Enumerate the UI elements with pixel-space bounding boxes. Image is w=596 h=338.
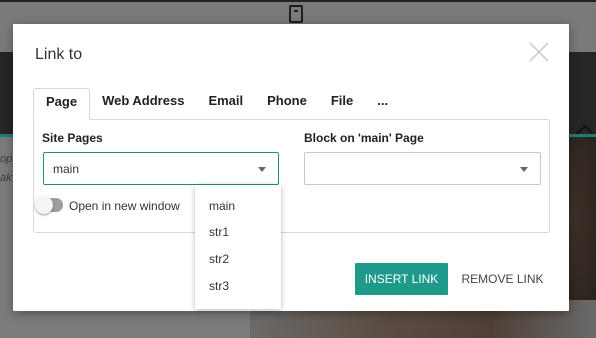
- tab-phone[interactable]: Phone: [255, 88, 319, 120]
- dropdown-option-main[interactable]: main: [209, 199, 235, 213]
- site-pages-select[interactable]: main: [43, 152, 279, 185]
- dropdown-option-str2[interactable]: str2: [209, 252, 229, 266]
- site-pages-value: main: [53, 162, 80, 176]
- dropdown-option-str3[interactable]: str3: [209, 279, 229, 293]
- tab-email[interactable]: Email: [196, 88, 255, 120]
- site-pages-label: Site Pages: [42, 131, 103, 145]
- link-type-tabs: Page Web Address Email Phone File ...: [33, 88, 400, 120]
- mobile-device-icon: [289, 5, 303, 23]
- open-new-window-toggle[interactable]: [35, 196, 63, 214]
- background-text-2: ak: [0, 172, 12, 184]
- open-new-window-label: Open in new window: [69, 199, 180, 213]
- tab-file[interactable]: File: [319, 88, 365, 120]
- dialog-title: Link to: [35, 46, 83, 63]
- page-tab-panel: Site Pages main Block on 'main' Page Ope…: [33, 119, 550, 233]
- insert-link-button[interactable]: INSERT LINK: [355, 263, 448, 295]
- remove-link-button[interactable]: REMOVE LINK: [456, 263, 549, 295]
- link-to-dialog: Link to Page Web Address Email Phone Fil…: [13, 24, 569, 311]
- tab-page[interactable]: Page: [33, 88, 91, 120]
- toggle-knob: [35, 196, 53, 214]
- chevron-down-icon: [520, 167, 528, 172]
- dropdown-option-str1[interactable]: str1: [209, 225, 229, 239]
- block-label: Block on 'main' Page: [304, 131, 424, 145]
- tab-web-address[interactable]: Web Address: [90, 88, 196, 120]
- block-select[interactable]: [304, 152, 541, 185]
- close-icon[interactable]: [527, 40, 551, 64]
- chevron-down-icon: [258, 167, 266, 172]
- background-text-1: op: [0, 153, 12, 165]
- site-pages-dropdown: main str1 str2 str3: [195, 185, 281, 309]
- tab-more[interactable]: ...: [365, 88, 400, 120]
